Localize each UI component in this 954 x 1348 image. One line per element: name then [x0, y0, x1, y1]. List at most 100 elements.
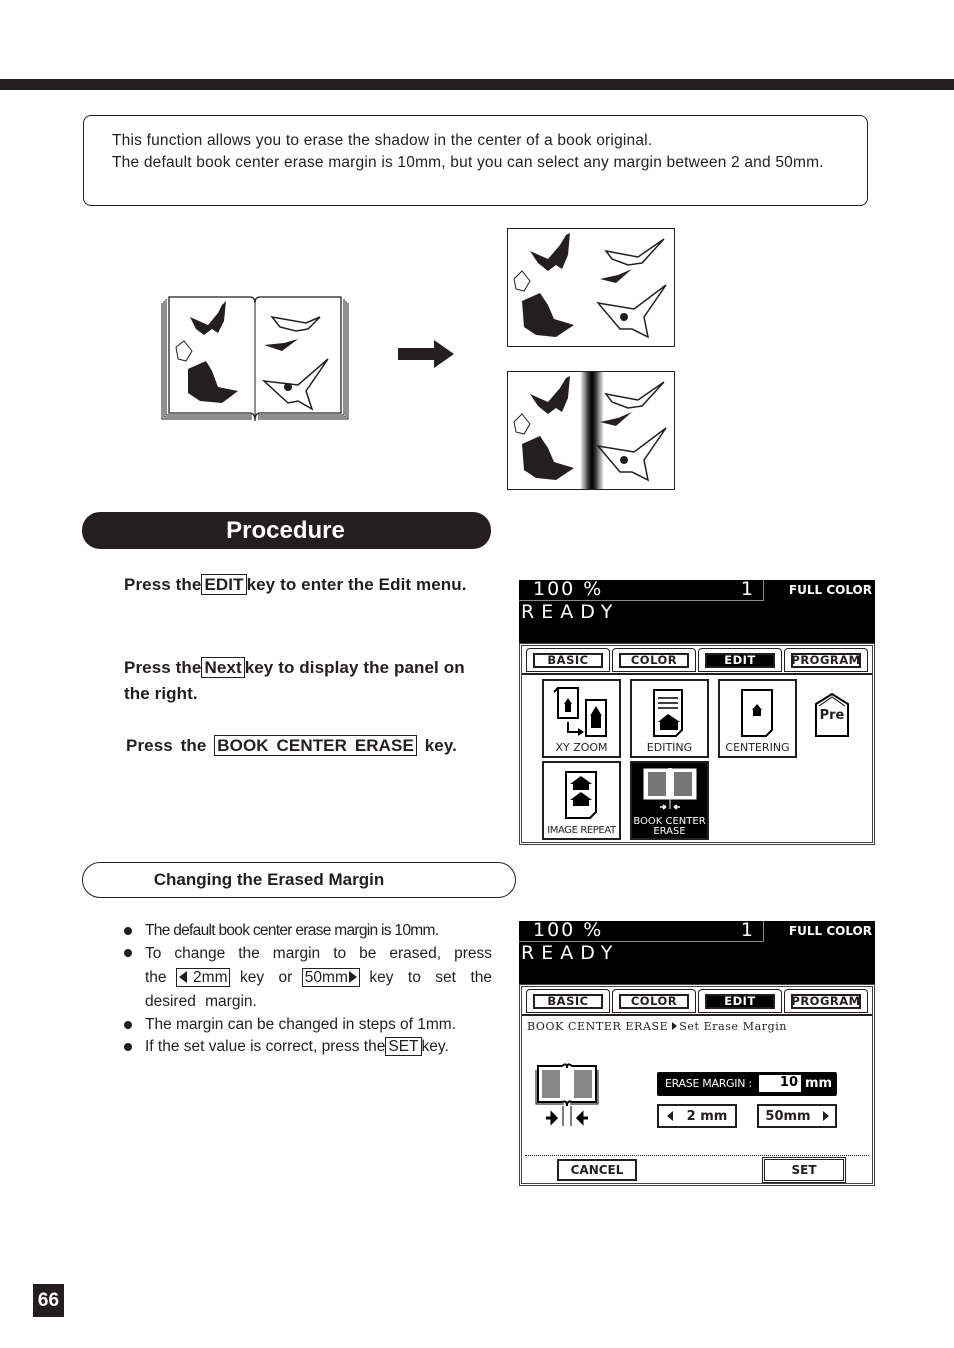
lcd-book-center-erase: 100 % 1 FULL COLOR READY BASIC COLOR EDI…	[519, 919, 875, 1186]
centering-key[interactable]: CENTERING	[718, 679, 797, 758]
top-rule	[0, 79, 954, 90]
50mm-key-ref: 50mm	[301, 968, 360, 987]
color-mode: FULL COLOR	[788, 583, 872, 597]
bullet-text: key or	[239, 969, 293, 986]
cancel-button[interactable]: CANCEL	[557, 1159, 637, 1181]
bullet-list: The default book center erase margin is …	[122, 920, 492, 1058]
bullet-text: key.	[421, 1038, 449, 1055]
bullet-item: The default book center erase margin is …	[122, 920, 492, 942]
color-mode: FULL COLOR	[788, 924, 872, 938]
editing-icon	[652, 689, 683, 737]
lcd-status-area: 100 % 1 FULL COLOR READY	[519, 578, 875, 643]
tab-edit-label: EDIT	[704, 993, 776, 1009]
erase-margin-display: ERASE MARGIN : 10 mm	[657, 1072, 837, 1096]
zoom-ratio: 100 %	[533, 919, 604, 941]
xy-zoom-key[interactable]: XY ZOOM	[542, 679, 621, 758]
editing-label: EDITING	[646, 741, 693, 754]
step-3-post: key.	[424, 736, 457, 755]
bullet-text: The margin can be changed in steps of 1m…	[145, 1016, 457, 1033]
tab-program[interactable]: PROGRAM	[784, 648, 868, 672]
copy-count: 1	[740, 578, 753, 600]
centering-label: CENTERING	[725, 741, 790, 754]
tab-basic-label: BASIC	[532, 652, 604, 668]
breadcrumb: BOOK CENTER ERASE Set Erase Margin	[527, 1020, 787, 1033]
pre-key-label: Pre	[819, 708, 845, 723]
tab-basic[interactable]: BASIC	[526, 648, 610, 672]
decrease-margin-label: 2 mm	[686, 1108, 728, 1124]
right-triangle-icon	[822, 1111, 829, 1121]
dotted-divider	[525, 1155, 869, 1156]
book-center-erase-label: BOOK CENTER ERASE	[632, 817, 707, 837]
lcd-status-area: 100 % 1 FULL COLOR READY	[519, 919, 875, 984]
tab-divider	[522, 1014, 872, 1016]
lcd-body: BASIC COLOR EDIT PROGRAM XY ZOOM EDITING	[519, 643, 875, 845]
lcd-body: BASIC COLOR EDIT PROGRAM BOOK CENTER ERA…	[519, 984, 875, 1186]
ready-status: READY	[521, 942, 620, 964]
tab-basic[interactable]: BASIC	[526, 989, 610, 1013]
book-center-erase-key[interactable]: BOOK CENTER ERASE	[630, 761, 709, 840]
tab-program[interactable]: PROGRAM	[784, 989, 868, 1013]
editing-key[interactable]: EDITING	[630, 679, 709, 758]
decrease-margin-button[interactable]: 2 mm	[657, 1104, 737, 1128]
breadcrumb-main: BOOK CENTER ERASE	[527, 1020, 669, 1033]
bullet-text: The default book center erase margin is …	[145, 922, 439, 939]
result-clean-copy	[507, 228, 675, 347]
subsection-heading: Changing the Erased Margin	[82, 862, 516, 898]
xy-zoom-icon	[552, 687, 607, 737]
book-center-erase-key-ref: BOOK CENTER ERASE	[214, 735, 417, 756]
edit-key-ref: EDIT	[201, 574, 247, 595]
2mm-key-label: 2mm	[193, 969, 228, 986]
procedure-title: Procedure	[226, 516, 345, 544]
zoom-count-field: 100 % 1	[519, 919, 764, 942]
tab-color[interactable]: COLOR	[612, 989, 696, 1013]
tab-divider	[522, 673, 872, 675]
erase-margin-value: 10	[759, 1075, 801, 1092]
set-button[interactable]: SET	[762, 1157, 846, 1183]
step-1-post: key to enter the Edit menu.	[246, 575, 467, 594]
step-1-pre: Press the	[124, 575, 202, 594]
book-center-erase-icon	[643, 767, 696, 810]
procedure-heading: Procedure	[82, 512, 491, 549]
step-2-pre: Press the	[124, 658, 202, 677]
tab-color-label: COLOR	[618, 993, 690, 1009]
lcd-tabs: BASIC COLOR EDIT PROGRAM	[526, 648, 868, 672]
step-3: Press the BOOK CENTER ERASE key.	[126, 733, 457, 759]
intro-line-1: This function allows you to erase the sh…	[112, 132, 653, 149]
next-key-ref: Next	[201, 657, 245, 678]
increase-margin-label: 50mm	[765, 1108, 811, 1124]
page-number: 66	[33, 1284, 64, 1317]
tab-program-label: PROGRAM	[790, 652, 862, 668]
increase-margin-button[interactable]: 50mm	[757, 1104, 837, 1128]
breadcrumb-arrow-icon	[672, 1022, 678, 1030]
image-repeat-icon	[564, 771, 597, 819]
bullet-text: If the set value is correct, press the	[145, 1038, 386, 1055]
tab-edit[interactable]: EDIT	[698, 648, 782, 672]
book-margin-icon	[535, 1063, 599, 1126]
step-2: Press the Next key to display the panel on…	[124, 655, 494, 707]
bullet-item: To change the margin to be erased, press…	[122, 942, 492, 1014]
copy-count: 1	[740, 919, 753, 941]
bullet-item: The margin can be changed in steps of 1m…	[122, 1014, 492, 1036]
breadcrumb-sub: Set Erase Margin	[679, 1020, 788, 1033]
xy-zoom-label: XY ZOOM	[555, 741, 608, 754]
intro-line-2: The default book center erase margin is …	[112, 154, 824, 171]
previous-page-key[interactable]: Pre	[814, 692, 850, 738]
tab-basic-label: BASIC	[532, 993, 604, 1009]
set-key-ref: SET	[385, 1037, 422, 1056]
centering-icon	[740, 689, 773, 737]
erase-margin-label: ERASE MARGIN :	[665, 1077, 752, 1090]
ready-status: READY	[521, 601, 620, 623]
intro-box: This function allows you to erase the sh…	[83, 115, 868, 206]
tab-program-label: PROGRAM	[790, 993, 862, 1009]
erase-margin-unit: mm	[805, 1076, 833, 1091]
subsection-title: Changing the Erased Margin	[153, 870, 385, 889]
2mm-key-ref: 2mm	[176, 968, 231, 987]
50mm-key-label: 50mm	[304, 969, 348, 986]
step-3-pre: Press the	[126, 736, 207, 755]
right-arrow-icon	[398, 340, 454, 368]
tab-edit[interactable]: EDIT	[698, 989, 782, 1013]
bce-line-2: ERASE	[653, 826, 686, 837]
lcd-tabs: BASIC COLOR EDIT PROGRAM	[526, 989, 868, 1013]
image-repeat-key[interactable]: IMAGE REPEAT	[542, 761, 621, 840]
tab-color[interactable]: COLOR	[612, 648, 696, 672]
